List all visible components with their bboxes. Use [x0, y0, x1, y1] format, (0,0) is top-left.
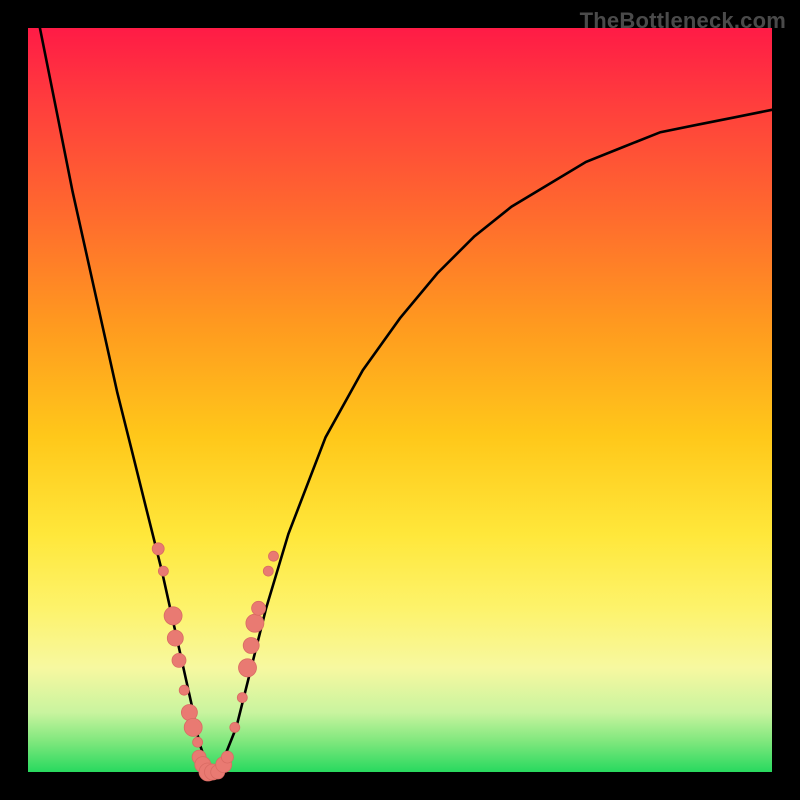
data-marker [230, 722, 240, 732]
data-marker [172, 653, 186, 667]
bottleneck-curve [28, 0, 772, 772]
data-marker [252, 601, 266, 615]
marker-group [152, 543, 278, 781]
data-marker [152, 543, 164, 555]
chart-frame: TheBottleneck.com [0, 0, 800, 800]
data-marker [184, 718, 202, 736]
data-marker [221, 751, 233, 763]
data-marker [193, 737, 203, 747]
data-marker [181, 705, 197, 721]
watermark-text: TheBottleneck.com [580, 8, 786, 34]
data-marker [269, 551, 279, 561]
data-marker [239, 659, 257, 677]
data-marker [263, 566, 273, 576]
data-marker [164, 607, 182, 625]
data-marker [237, 693, 247, 703]
data-marker [158, 566, 168, 576]
curve-group [28, 0, 772, 772]
plot-area [28, 28, 772, 772]
chart-svg [28, 28, 772, 772]
data-marker [246, 614, 264, 632]
data-marker [243, 638, 259, 654]
data-marker [167, 630, 183, 646]
data-marker [179, 685, 189, 695]
